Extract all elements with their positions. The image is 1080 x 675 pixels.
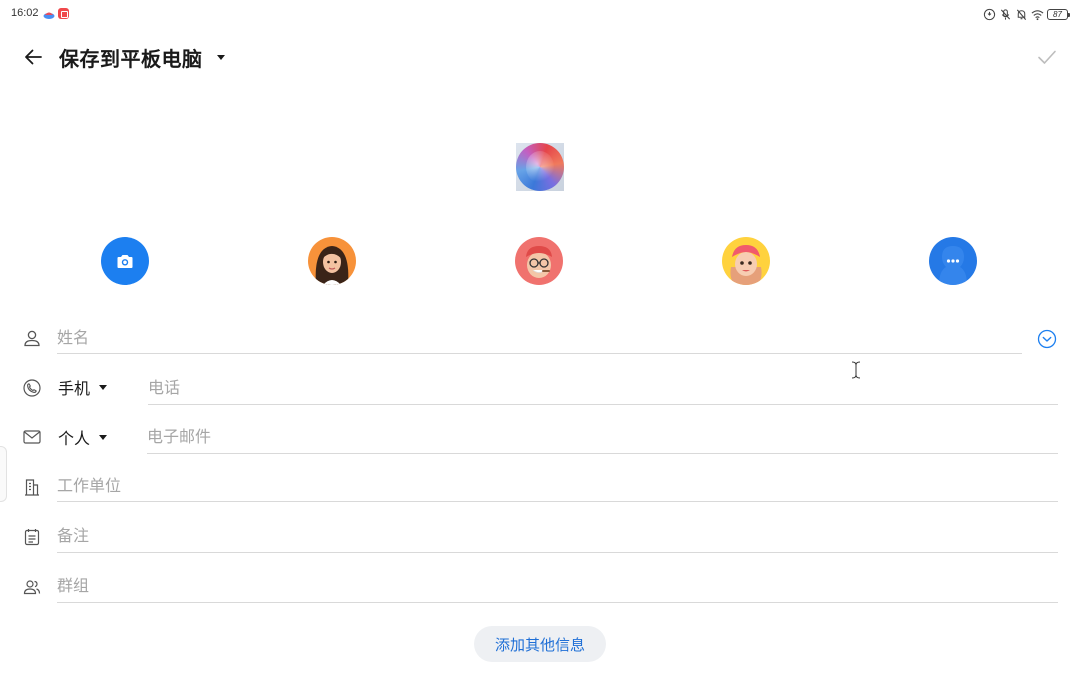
note-icon (22, 527, 42, 547)
status-bar: 16:02 87 (0, 0, 1080, 28)
more-icon (939, 246, 967, 285)
status-icons: 87 (983, 7, 1070, 21)
status-time: 16:02 (11, 7, 39, 19)
contact-photo[interactable] (516, 143, 564, 191)
note-divider (57, 552, 1058, 553)
back-button[interactable] (18, 42, 48, 72)
side-panel-handle[interactable] (0, 446, 7, 502)
camera-icon (117, 254, 133, 268)
name-divider (57, 353, 1022, 354)
phone-input[interactable] (148, 374, 1048, 400)
phone-type-select[interactable]: 手机 (58, 375, 108, 399)
avatar-cap-girl[interactable] (722, 237, 770, 285)
company-divider (57, 501, 1058, 502)
building-icon (22, 477, 42, 497)
mic-off-icon (1000, 8, 1011, 20)
notification-app-icon-2 (58, 8, 69, 19)
phone-divider (148, 404, 1058, 405)
screen-record-icon (983, 8, 996, 20)
bell-off-icon (1016, 8, 1027, 20)
name-input[interactable] (57, 324, 1017, 350)
group-input[interactable] (57, 572, 1047, 598)
group-divider (57, 602, 1058, 603)
caret-down-icon (99, 384, 108, 390)
wifi-icon (1031, 9, 1044, 20)
battery-icon: 87 (1047, 8, 1070, 20)
note-input[interactable] (57, 522, 1047, 548)
caret-down-icon (99, 434, 108, 440)
add-more-info-button[interactable]: 添加其他信息 (474, 626, 606, 662)
phone-type-label: 手机 (58, 379, 91, 398)
save-location-dropdown[interactable]: 保存到平板电脑 (59, 43, 225, 71)
page-title: 保存到平板电脑 (59, 46, 203, 71)
company-input[interactable] (57, 472, 1047, 498)
email-input[interactable] (147, 423, 1047, 449)
group-icon (22, 577, 42, 597)
mail-icon (22, 427, 42, 447)
notification-app-icon (43, 12, 55, 19)
email-divider (147, 453, 1058, 454)
phone-icon (22, 378, 42, 398)
avatar-girl[interactable] (308, 237, 356, 285)
more-avatars-button[interactable] (929, 237, 977, 285)
email-type-label: 个人 (58, 429, 91, 448)
person-icon (22, 328, 42, 348)
expand-name-fields-button[interactable] (1037, 329, 1057, 349)
avatar-glasses-man[interactable] (515, 237, 563, 285)
email-type-select[interactable]: 个人 (58, 425, 108, 449)
arrow-left-icon (25, 49, 42, 65)
confirm-button[interactable] (1034, 44, 1060, 70)
camera-button[interactable] (101, 237, 149, 285)
caret-down-icon (216, 54, 225, 60)
checkmark-icon (1038, 50, 1056, 64)
